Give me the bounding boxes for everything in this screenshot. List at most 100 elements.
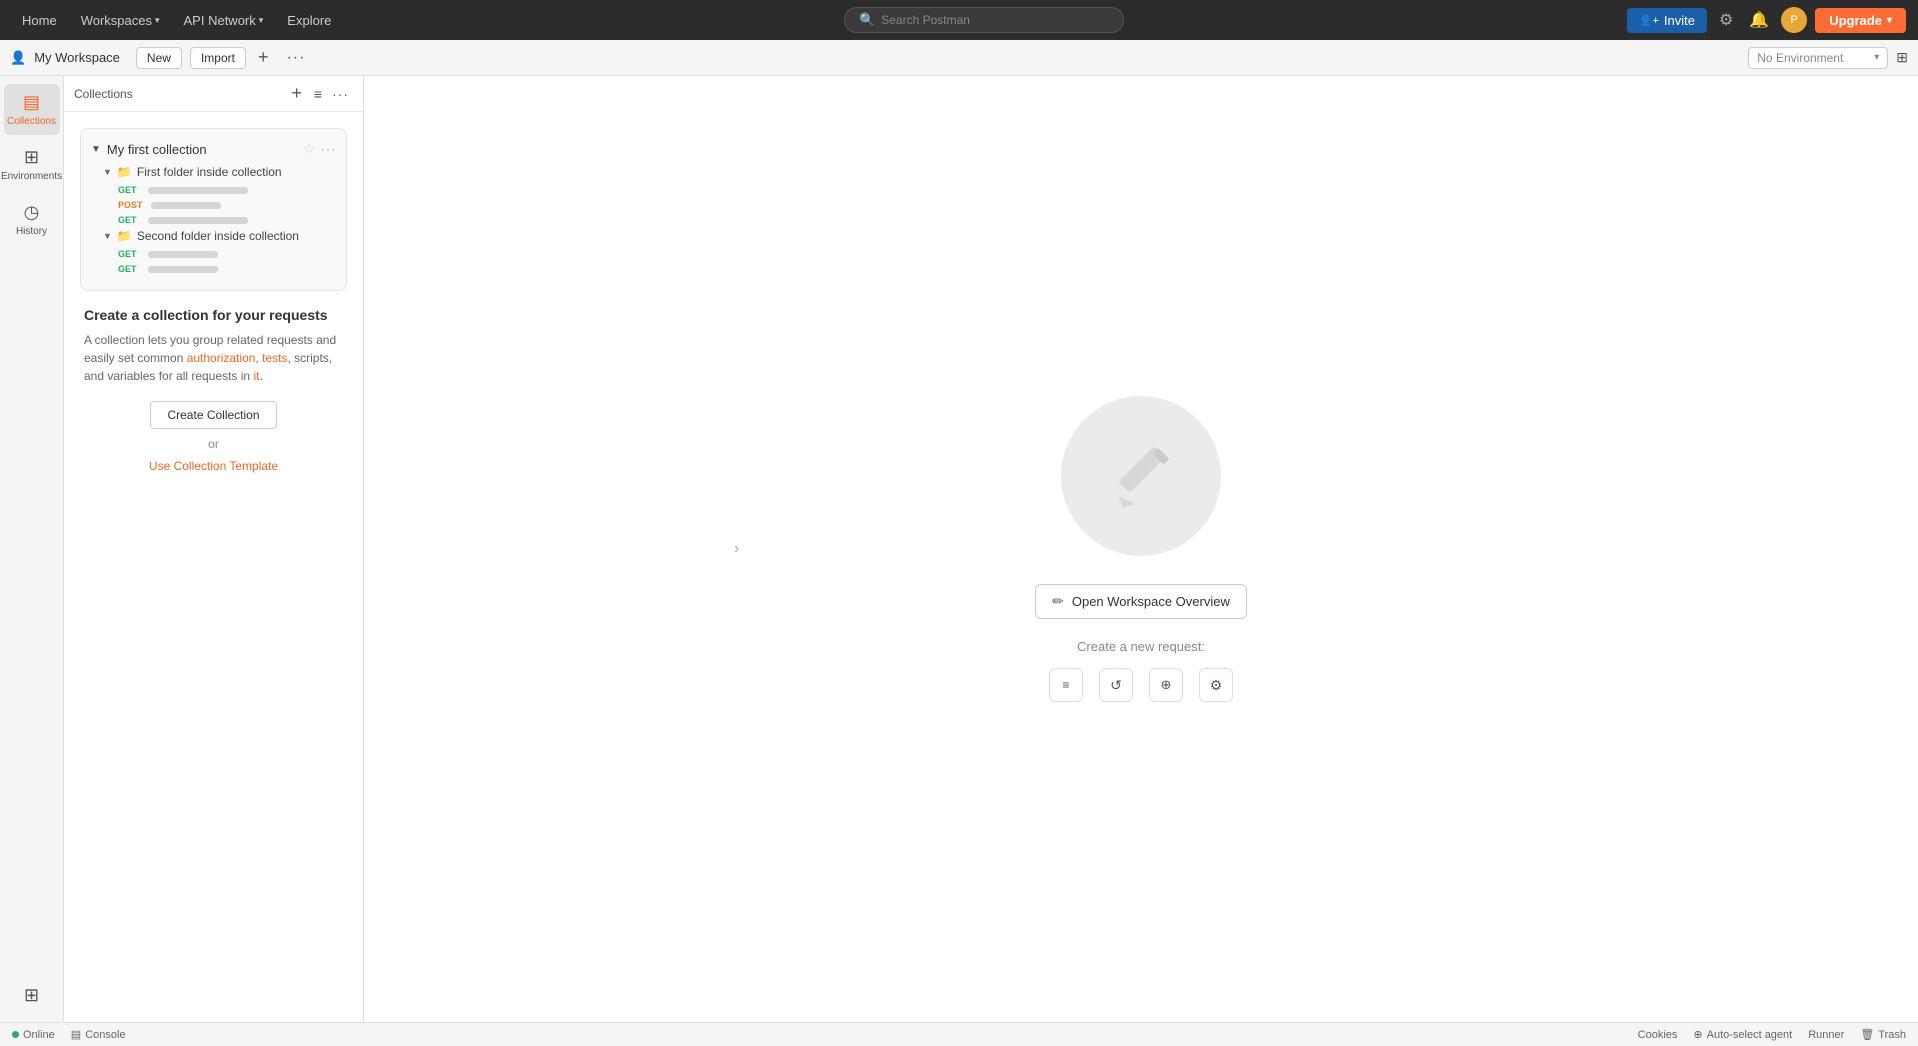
upgrade-button[interactable]: Upgrade ▾ xyxy=(1815,8,1906,33)
status-bar: Online ▤ Console Cookies ⊕ Auto-select a… xyxy=(0,1022,1918,1046)
env-dropdown-arrow-icon: ▾ xyxy=(1874,52,1879,63)
create-collection-desc: A collection lets you group related requ… xyxy=(84,331,343,385)
request-row-get4: GET xyxy=(115,263,336,275)
workspaces-arrow-icon: ▾ xyxy=(155,15,160,26)
nav-workspaces[interactable]: Workspaces ▾ xyxy=(71,9,170,32)
panel-add-button[interactable]: + xyxy=(285,81,308,106)
avatar[interactable]: P xyxy=(1781,7,1807,33)
request-line xyxy=(148,251,218,258)
add-tab-button[interactable]: + xyxy=(254,45,273,70)
request-row-get3: GET xyxy=(115,248,336,260)
request-row-get1: GET xyxy=(115,184,336,196)
invite-icon: 👤+ xyxy=(1639,14,1659,27)
folder-row: ▼ 📁 First folder inside collection xyxy=(103,165,336,179)
folder2-name: Second folder inside collection xyxy=(137,229,299,243)
folder-name: First folder inside collection xyxy=(137,165,282,179)
folder2-icon: 📁 xyxy=(117,229,132,243)
console-button[interactable]: ▤ Console xyxy=(71,1028,126,1041)
settings-request-icon[interactable]: ⚙ xyxy=(1199,668,1233,702)
workspace-name: My Workspace xyxy=(34,50,120,65)
nav-explore[interactable]: Explore xyxy=(277,9,341,32)
console-icon: ▤ xyxy=(71,1028,81,1041)
autoselect-label: Auto-select agent xyxy=(1707,1029,1793,1041)
create-collection-title: Create a collection for your requests xyxy=(84,307,343,323)
sidebar-item-history[interactable]: ◷ History xyxy=(4,194,60,245)
panel-title: Collections xyxy=(74,87,133,101)
panel-expand-arrow[interactable]: › xyxy=(734,540,739,558)
new-button[interactable]: New xyxy=(136,47,182,69)
autoselect-agent[interactable]: ⊕ Auto-select agent xyxy=(1693,1028,1792,1041)
sidebar-item-apps[interactable]: ⊞ xyxy=(4,977,60,1014)
folder-row-2: ▼ 📁 Second folder inside collection xyxy=(103,229,336,243)
trash-icon: 🗑 xyxy=(1860,1028,1874,1041)
environments-label: Environments xyxy=(1,171,62,182)
env-grid-icon[interactable]: ⊞ xyxy=(1896,49,1908,66)
sidebar-item-collections[interactable]: ▤ Collections xyxy=(4,84,60,135)
environment-select[interactable]: No Environment ▾ xyxy=(1748,47,1888,69)
search-bar[interactable]: 🔍 Search Postman xyxy=(844,7,1124,33)
request-line xyxy=(151,202,221,209)
cookies-button[interactable]: Cookies xyxy=(1638,1029,1678,1041)
ws-right-controls: No Environment ▾ ⊞ xyxy=(1748,47,1908,69)
folder2-chevron-icon[interactable]: ▼ xyxy=(103,231,112,241)
collection-header-row: ▼ My first collection ☆ ··· xyxy=(91,141,336,157)
pencil-icon xyxy=(1101,436,1181,516)
use-collection-template-link[interactable]: Use Collection Template xyxy=(84,459,343,473)
folder-chevron-icon[interactable]: ▼ xyxy=(103,167,112,177)
create-collection-button[interactable]: Create Collection xyxy=(150,401,276,429)
request-line xyxy=(148,266,218,273)
invite-button[interactable]: 👤+ Invite xyxy=(1627,8,1707,33)
workspace-person-icon: 👤 xyxy=(10,50,26,66)
workspace-graphic xyxy=(1061,396,1221,556)
tests-link[interactable]: tests xyxy=(262,351,287,365)
environments-icon: ⊞ xyxy=(24,147,39,168)
method-badge-get2: GET xyxy=(115,214,143,226)
more-options-button[interactable]: ··· xyxy=(280,47,311,69)
trash-label: Trash xyxy=(1878,1029,1906,1041)
websocket-icon[interactable]: ↺ xyxy=(1099,668,1133,702)
main-content: › ✏ Open Workspace Overview Create a new… xyxy=(364,76,1918,1022)
request-type-icons: ≡ ↺ ⊕ ⚙ xyxy=(1049,668,1233,702)
runner-label: Runner xyxy=(1808,1029,1844,1041)
collection-chevron-icon[interactable]: ▼ xyxy=(91,144,101,155)
notifications-button[interactable]: 🔔 xyxy=(1745,6,1773,34)
apps-icon: ⊞ xyxy=(24,985,39,1006)
sidebar: ▤ Collections ⊞ Environments ◷ History ⊞ xyxy=(0,76,64,1022)
nav-home[interactable]: Home xyxy=(12,9,67,32)
online-label: Online xyxy=(23,1029,55,1041)
env-placeholder: No Environment xyxy=(1757,51,1843,65)
or-text: or xyxy=(84,437,343,451)
grpc-icon[interactable]: ⊕ xyxy=(1149,668,1183,702)
runner-button[interactable]: Runner xyxy=(1808,1029,1844,1041)
collection-more-icon[interactable]: ··· xyxy=(321,142,336,156)
panel-content: ▼ My first collection ☆ ··· ▼ 📁 First fo… xyxy=(64,112,363,1022)
settings-button[interactable]: ⚙ xyxy=(1715,6,1737,34)
nav-api-network[interactable]: API Network ▾ xyxy=(174,9,274,32)
authorization-link[interactable]: authorization xyxy=(187,351,256,365)
collections-label: Collections xyxy=(7,116,56,127)
collection-preview-card: ▼ My first collection ☆ ··· ▼ 📁 First fo… xyxy=(80,128,347,291)
top-nav-right: 👤+ Invite ⚙ 🔔 P Upgrade ▾ xyxy=(1627,6,1906,34)
open-workspace-overview-button[interactable]: ✏ Open Workspace Overview xyxy=(1035,584,1247,619)
request-line xyxy=(148,187,248,194)
history-icon: ◷ xyxy=(24,202,40,223)
it-link[interactable]: it xyxy=(253,369,259,383)
upgrade-arrow-icon: ▾ xyxy=(1887,15,1892,26)
main-layout: ▤ Collections ⊞ Environments ◷ History ⊞… xyxy=(0,76,1918,1022)
workspace-bar: 👤 My Workspace New Import + ··· No Envir… xyxy=(0,40,1918,76)
api-network-arrow-icon: ▾ xyxy=(259,15,264,26)
collections-icon: ▤ xyxy=(23,92,40,113)
sidebar-item-environments[interactable]: ⊞ Environments xyxy=(4,139,60,190)
import-button[interactable]: Import xyxy=(190,47,246,69)
http-request-icon[interactable]: ≡ xyxy=(1049,668,1083,702)
folder-icon: 📁 xyxy=(117,165,132,179)
cookies-label: Cookies xyxy=(1638,1029,1678,1041)
collection-star-icon[interactable]: ☆ xyxy=(303,141,315,157)
create-request-label: Create a new request: xyxy=(1077,639,1205,654)
search-icon: 🔍 xyxy=(859,12,875,28)
online-status[interactable]: Online xyxy=(12,1029,55,1041)
trash-button[interactable]: 🗑 Trash xyxy=(1860,1028,1906,1041)
panel-filter-button[interactable]: ≡ xyxy=(308,84,328,104)
panel-more-button[interactable]: ··· xyxy=(328,84,353,104)
console-label: Console xyxy=(85,1029,125,1041)
